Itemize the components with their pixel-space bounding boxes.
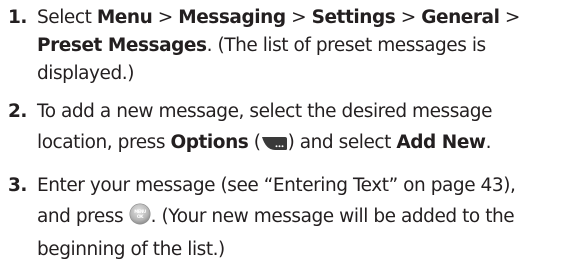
step-3: 3. Enter your message (see “Entering Tex…: [0, 172, 577, 264]
add-new-label: Add New: [396, 132, 486, 153]
general-label: General: [421, 7, 500, 28]
instruction-page: 1. Select Menu > Messaging > Settings > …: [0, 0, 577, 261]
ok-key-bottom-text: OK: [137, 214, 144, 220]
instruction-steps: 1. Select Menu > Messaging > Settings > …: [0, 4, 577, 264]
step-number: 3.: [8, 175, 28, 196]
step-1: 1. Select Menu > Messaging > Settings > …: [0, 4, 577, 88]
preset-messages-label: Preset Messages: [37, 35, 207, 56]
step-3-line-1: Enter your message (see “Entering Text” …: [37, 175, 516, 196]
step-3-line-3: beginning of the list.): [37, 239, 225, 260]
settings-label: Settings: [311, 7, 396, 28]
options-softkey-icon: [261, 129, 288, 162]
step-1-line-3: displayed.): [37, 63, 134, 84]
options-softkey-icon-svg: [261, 137, 287, 150]
options-label: Options: [170, 132, 249, 153]
step-number: 2.: [8, 101, 28, 122]
step-2-line-1: To add a new message, select the desired…: [37, 101, 493, 122]
ok-key-top-text: MENU: [134, 209, 146, 214]
menu-ok-key-icon-svg: MENUOK: [129, 203, 151, 225]
menu-ok-key-icon: MENU OK: [129, 203, 151, 236]
menu-label: Menu: [96, 7, 153, 28]
step-2-line-2: location, press Options () and select Ad…: [37, 126, 577, 162]
step-3-line-2: and press MENU OK. (Your new message will…: [37, 200, 577, 236]
messaging-label: Messaging: [178, 7, 286, 28]
step-1-line-2: Preset Messages. (The list of preset mes…: [37, 35, 486, 56]
step-2: 2. To add a new message, select the desi…: [0, 98, 577, 162]
step-1-line-1: Select Menu > Messaging > Settings > Gen…: [37, 7, 520, 28]
step-number: 1.: [8, 7, 28, 28]
